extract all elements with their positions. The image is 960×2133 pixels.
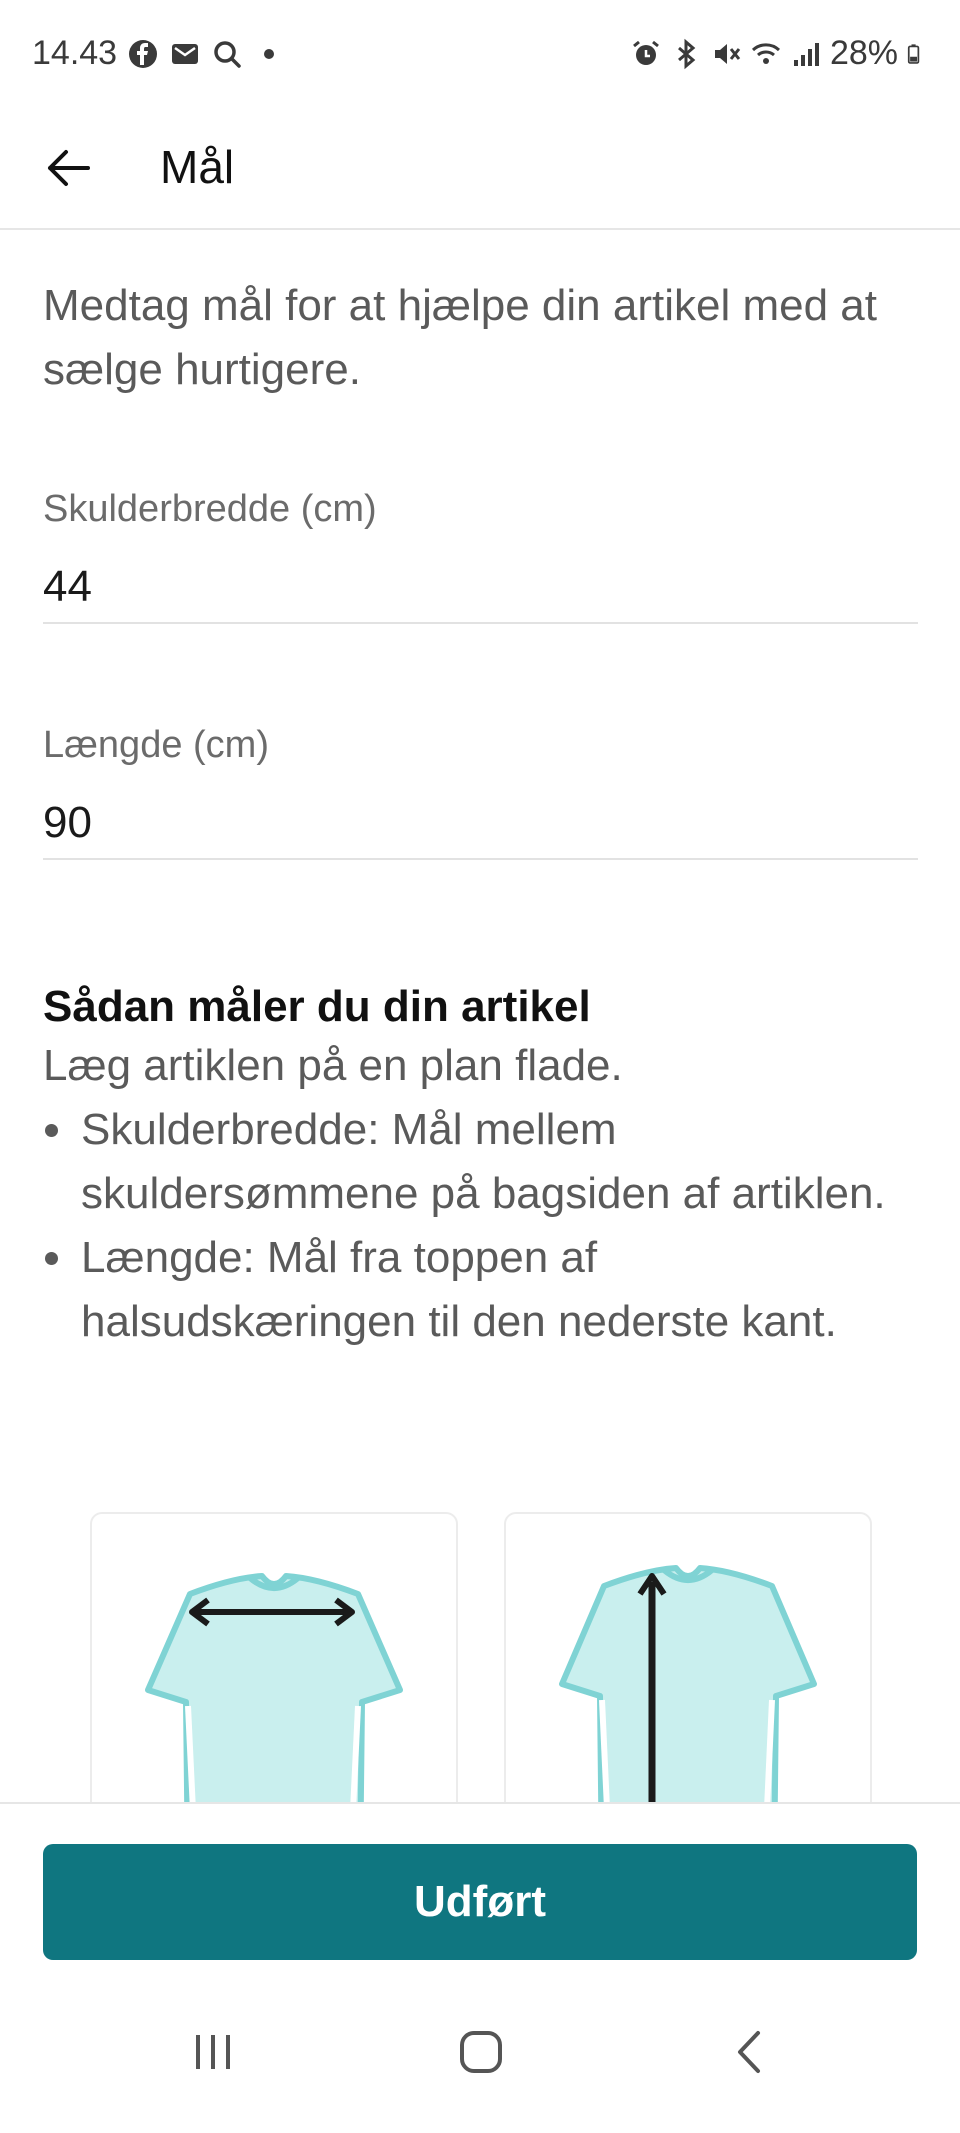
dot-icon <box>264 48 275 59</box>
done-button[interactable]: Udført <box>43 1844 917 1960</box>
bullet-dot-icon <box>45 1252 58 1265</box>
howto-title: Sådan måler du din artikel <box>43 982 591 1031</box>
app-bar: Mål <box>0 110 960 230</box>
page-title: Mål <box>160 141 235 193</box>
battery-percent: 28% <box>829 34 898 72</box>
howto-bullets: Skulderbredde: Mål mellem skuldersømmene… <box>43 1098 923 1354</box>
bullet-dot-icon <box>45 1124 58 1137</box>
measurements-form[interactable]: Medtag mål for at hjælpe din artikel med… <box>0 230 960 1802</box>
length-illustration <box>504 1512 872 1802</box>
list-item: Skulderbredde: Mål mellem skuldersømmene… <box>43 1098 923 1226</box>
status-bar: 14.43 28% <box>0 0 960 110</box>
bullet-text: Skulderbredde: Mål mellem skuldersømmene… <box>81 1105 886 1218</box>
shoulder-width-label: Skulderbredde (cm) <box>43 488 377 530</box>
recent-apps-icon <box>196 2035 230 2069</box>
home-button[interactable] <box>436 2012 526 2092</box>
alarm-icon <box>633 40 659 65</box>
back-icon <box>738 2031 760 2073</box>
battery-icon <box>907 43 920 64</box>
mute-icon <box>714 43 741 64</box>
bullet-text: Længde: Mål fra toppen af halsudskæringe… <box>81 1233 837 1346</box>
search-icon <box>214 40 241 68</box>
shoulder-width-illustration <box>90 1512 458 1802</box>
facebook-icon <box>129 39 158 68</box>
home-icon <box>460 2031 502 2073</box>
list-item: Længde: Mål fra toppen af halsudskæringe… <box>43 1226 923 1354</box>
wifi-icon <box>751 42 780 64</box>
system-back-button[interactable] <box>706 2012 796 2092</box>
recent-apps-button[interactable] <box>168 2012 258 2092</box>
status-time: 14.43 <box>32 34 118 72</box>
tshirt-shoulder-icon <box>145 1573 403 1802</box>
length-input[interactable] <box>43 788 918 860</box>
bluetooth-icon <box>677 38 696 69</box>
mail-icon <box>172 43 199 64</box>
bottom-action-bar: Udført <box>0 1802 960 1964</box>
arrow-left-icon <box>48 150 90 186</box>
intro-text: Medtag mål for at hjælpe din artikel med… <box>43 281 877 394</box>
system-nav-bar <box>0 1962 960 2133</box>
tshirt-length-icon <box>559 1565 817 1802</box>
signal-icon <box>793 42 819 66</box>
howto-text: Læg artiklen på en plan flade. <box>43 1041 623 1090</box>
length-label: Længde (cm) <box>43 724 269 766</box>
shoulder-width-input[interactable] <box>43 552 918 624</box>
back-button[interactable] <box>28 128 108 208</box>
